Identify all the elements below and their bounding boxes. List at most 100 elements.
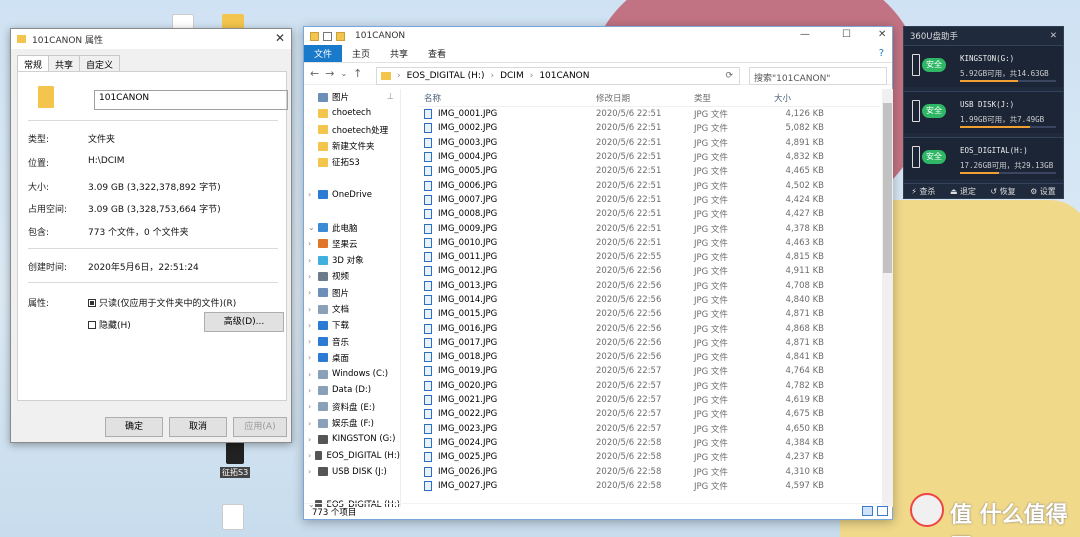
up-arrow-icon[interactable]: ↑ <box>353 67 362 80</box>
properties-quick-icon[interactable] <box>323 31 332 41</box>
expand-chevron-icon[interactable]: › <box>308 402 318 411</box>
table-row[interactable]: IMG_0014.JPG 2020/5/6 22:56 JPG 文件 4,840 KB <box>418 293 880 307</box>
nav-item[interactable]: › 文档 <box>304 301 400 317</box>
expand-chevron-icon[interactable]: › <box>308 386 318 395</box>
table-row[interactable]: IMG_0006.JPG 2020/5/6 22:51 JPG 文件 4,502 KB <box>418 178 880 192</box>
expand-chevron-icon[interactable]: ⌄ <box>308 223 318 232</box>
nav-item[interactable]: › Data (D:) <box>304 382 400 398</box>
folder-name-input[interactable]: 101CANON <box>94 90 288 110</box>
nav-item[interactable]: ⌄ 此电脑 <box>304 219 400 235</box>
table-row[interactable]: IMG_0013.JPG 2020/5/6 22:56 JPG 文件 4,708 KB <box>418 279 880 293</box>
table-row[interactable]: IMG_0001.JPG 2020/5/6 22:51 JPG 文件 4,126 KB <box>418 107 880 121</box>
pane-divider[interactable] <box>400 89 401 507</box>
hidden-checkbox[interactable]: 隐藏(H) <box>88 318 131 331</box>
expand-chevron-icon[interactable]: › <box>308 435 318 444</box>
expand-chevron-icon[interactable]: › <box>308 321 318 330</box>
table-row[interactable]: IMG_0004.JPG 2020/5/6 22:51 JPG 文件 4,832 KB <box>418 150 880 164</box>
expand-chevron-icon[interactable]: › <box>308 451 315 460</box>
column-name[interactable]: 名称 <box>418 92 596 104</box>
nav-item[interactable]: 图片 ⊥ <box>304 89 400 105</box>
nav-item[interactable]: › 图片 <box>304 285 400 301</box>
close-icon[interactable]: ✕ <box>878 29 886 40</box>
ok-button[interactable]: 确定 <box>105 417 163 437</box>
cancel-button[interactable]: 取消 <box>169 417 227 437</box>
column-type[interactable]: 类型 <box>694 92 774 104</box>
column-size[interactable]: 大小 <box>774 92 824 104</box>
refresh-icon[interactable]: ⟳ <box>725 71 733 81</box>
table-row[interactable]: IMG_0015.JPG 2020/5/6 22:56 JPG 文件 4,871 KB <box>418 307 880 321</box>
widget-action-2[interactable]: ↺ 恢复 <box>990 186 1015 197</box>
table-row[interactable]: IMG_0017.JPG 2020/5/6 22:56 JPG 文件 4,871 KB <box>418 336 880 350</box>
readonly-checkbox[interactable]: 只读(仅应用于文件夹中的文件)(R) <box>88 296 236 309</box>
expand-chevron-icon[interactable]: › <box>308 370 318 379</box>
nav-item[interactable]: › 视频 <box>304 268 400 284</box>
close-icon[interactable]: ✕ <box>1050 31 1057 41</box>
table-row[interactable]: IMG_0020.JPG 2020/5/6 22:57 JPG 文件 4,782 KB <box>418 379 880 393</box>
drive-card[interactable]: 安全 USB DISK(J:) 1.99GB可用，共7.49GB <box>904 91 1063 133</box>
column-date[interactable]: 修改日期 <box>596 92 694 104</box>
tab-share[interactable]: 共享 <box>380 45 418 62</box>
details-view-icon[interactable] <box>862 506 873 516</box>
nav-item[interactable]: › 娱乐盘 (F:) <box>304 415 400 431</box>
drive-card[interactable]: 安全 KINGSTON(G:) 5.92GB可用，共14.63GB <box>904 45 1063 87</box>
table-row[interactable]: IMG_0005.JPG 2020/5/6 22:51 JPG 文件 4,465 KB <box>418 164 880 178</box>
table-row[interactable]: IMG_0024.JPG 2020/5/6 22:58 JPG 文件 4,384 KB <box>418 436 880 450</box>
nav-item[interactable]: 征拓S3 <box>304 154 400 170</box>
back-arrow-icon[interactable]: ← <box>310 67 319 80</box>
nav-item[interactable]: choetech <box>304 105 400 121</box>
table-row[interactable]: IMG_0008.JPG 2020/5/6 22:51 JPG 文件 4,427 KB <box>418 207 880 221</box>
expand-chevron-icon[interactable]: › <box>308 272 318 281</box>
table-row[interactable]: IMG_0012.JPG 2020/5/6 22:56 JPG 文件 4,911 KB <box>418 264 880 278</box>
properties-titlebar[interactable]: 101CANON 属性 ✕ <box>11 29 291 49</box>
nav-item[interactable]: › USB DISK (J:) <box>304 464 400 480</box>
nav-item[interactable]: › 3D 对象 <box>304 252 400 268</box>
table-row[interactable]: IMG_0003.JPG 2020/5/6 22:51 JPG 文件 4,891 KB <box>418 136 880 150</box>
forward-arrow-icon[interactable]: → <box>325 67 334 80</box>
nav-item[interactable]: › EOS_DIGITAL (H:) <box>304 448 400 464</box>
widget-action-1[interactable]: ⏏ 退定 <box>950 186 976 197</box>
expand-chevron-icon[interactable]: › <box>308 353 318 362</box>
table-row[interactable]: IMG_0021.JPG 2020/5/6 22:57 JPG 文件 4,619 KB <box>418 393 880 407</box>
expand-chevron-icon[interactable]: › <box>308 419 318 428</box>
close-icon[interactable]: ✕ <box>275 31 285 45</box>
scrollbar-thumb[interactable] <box>883 103 892 273</box>
table-row[interactable]: IMG_0009.JPG 2020/5/6 22:51 JPG 文件 4,378 KB <box>418 221 880 235</box>
table-row[interactable]: IMG_0016.JPG 2020/5/6 22:56 JPG 文件 4,868 KB <box>418 321 880 335</box>
table-row[interactable]: IMG_0002.JPG 2020/5/6 22:51 JPG 文件 5,082 KB <box>418 121 880 135</box>
expand-chevron-icon[interactable]: › <box>308 337 318 346</box>
nav-item[interactable]: 新建文件夹 <box>304 138 400 154</box>
new-folder-quick-icon[interactable] <box>336 31 345 41</box>
table-row[interactable]: IMG_0018.JPG 2020/5/6 22:56 JPG 文件 4,841 KB <box>418 350 880 364</box>
minimize-icon[interactable]: — <box>800 29 810 40</box>
widget-action-0[interactable]: ⚡ 查杀 <box>911 186 935 197</box>
table-row[interactable]: IMG_0023.JPG 2020/5/6 22:57 JPG 文件 4,650 KB <box>418 422 880 436</box>
nav-item[interactable]: › KINGSTON (G:) <box>304 431 400 447</box>
table-row[interactable]: IMG_0011.JPG 2020/5/6 22:55 JPG 文件 4,815 KB <box>418 250 880 264</box>
nav-item[interactable]: › Windows (C:) <box>304 366 400 382</box>
tab-home[interactable]: 主页 <box>342 45 380 62</box>
table-row[interactable]: IMG_0019.JPG 2020/5/6 22:57 JPG 文件 4,764 KB <box>418 364 880 378</box>
expand-chevron-icon[interactable]: › <box>308 467 318 476</box>
expand-chevron-icon[interactable]: › <box>308 288 318 297</box>
nav-item[interactable]: choetech处理 <box>304 122 400 138</box>
drive-card[interactable]: 安全 EOS_DIGITAL(H:) 17.26GB可用，共29.13GB <box>904 137 1063 179</box>
table-row[interactable]: IMG_0022.JPG 2020/5/6 22:57 JPG 文件 4,675 KB <box>418 407 880 421</box>
breadcrumb-folder[interactable]: 101CANON <box>539 71 589 81</box>
tab-view[interactable]: 查看 <box>418 45 456 62</box>
help-icon[interactable]: ? <box>879 48 884 59</box>
breadcrumb-dcim[interactable]: DCIM <box>500 71 524 81</box>
nav-item[interactable]: › 桌面 <box>304 350 400 366</box>
expand-chevron-icon[interactable]: › <box>308 305 318 314</box>
tab-file[interactable]: 文件 <box>304 45 343 62</box>
advanced-button[interactable]: 高级(D)... <box>204 312 284 332</box>
table-row[interactable]: IMG_0026.JPG 2020/5/6 22:58 JPG 文件 4,310 KB <box>418 464 880 478</box>
nav-item[interactable]: › 资料盘 (E:) <box>304 399 400 415</box>
explorer-titlebar[interactable]: 101CANON — ☐ ✕ <box>304 27 892 45</box>
table-row[interactable]: IMG_0027.JPG 2020/5/6 22:58 JPG 文件 4,597 KB <box>418 479 880 493</box>
table-row[interactable]: IMG_0025.JPG 2020/5/6 22:58 JPG 文件 4,237 KB <box>418 450 880 464</box>
table-row[interactable]: IMG_0007.JPG 2020/5/6 22:51 JPG 文件 4,424 KB <box>418 193 880 207</box>
pin-icon[interactable]: ⊥ <box>387 92 394 102</box>
expand-chevron-icon[interactable]: › <box>308 190 318 199</box>
desktop-doc-icon[interactable] <box>222 504 244 530</box>
apply-button[interactable]: 应用(A) <box>233 417 287 437</box>
